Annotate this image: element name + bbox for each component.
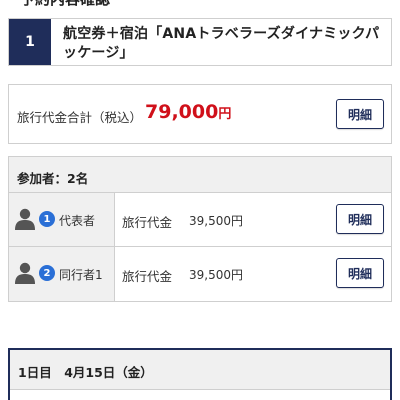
product-title: 航空券＋宿泊「ANAトラベラーズダイナミックパッケージ」 <box>63 26 380 61</box>
person-icon <box>15 208 35 230</box>
passenger-fee-amount: 39,500円 <box>189 214 243 228</box>
passenger-cell: 2 同行者1 <box>9 247 115 301</box>
passenger-count-header: 参加者：2名 <box>9 157 391 193</box>
passenger-number-badge: 2 <box>39 265 55 281</box>
passenger-fee-amount: 39,500円 <box>189 268 243 282</box>
passenger-role: 同行者1 <box>59 268 103 282</box>
person-icon <box>15 262 35 284</box>
total-price-amount: 79,000円 <box>145 101 232 123</box>
passenger-row: 1 代表者 旅行代金 39,500円 明細 <box>9 193 391 247</box>
total-price-currency: 円 <box>218 107 232 122</box>
product-number: 1 <box>9 19 51 65</box>
passenger-box: 参加者：2名 1 代表者 旅行代金 39,500円 明細 2 同行者1 旅行代金… <box>8 156 392 302</box>
itinerary-day-box: 1日目 4月15日（金） <box>8 348 392 400</box>
itinerary-day-header: 1日目 4月15日（金） <box>10 350 390 390</box>
passenger-cell: 1 代表者 <box>9 193 115 246</box>
total-price-box: 旅行代金合計（税込） 79,000円 明細 <box>8 84 392 144</box>
passenger-detail-button[interactable]: 明細 <box>336 204 384 234</box>
product-box: 1 航空券＋宿泊「ANAトラベラーズダイナミックパッケージ」 <box>8 18 392 66</box>
passenger-number-badge: 1 <box>39 211 55 227</box>
passenger-fee-label: 旅行代金 <box>122 269 173 284</box>
total-detail-button[interactable]: 明細 <box>336 99 384 129</box>
passenger-role: 代表者 <box>59 214 96 228</box>
passenger-fee-label: 旅行代金 <box>122 215 173 230</box>
page-heading: 予約内容確認 <box>20 0 110 8</box>
total-price-label: 旅行代金合計（税込） <box>17 110 143 125</box>
passenger-row: 2 同行者1 旅行代金 39,500円 明細 <box>9 247 391 301</box>
passenger-detail-button[interactable]: 明細 <box>336 258 384 288</box>
